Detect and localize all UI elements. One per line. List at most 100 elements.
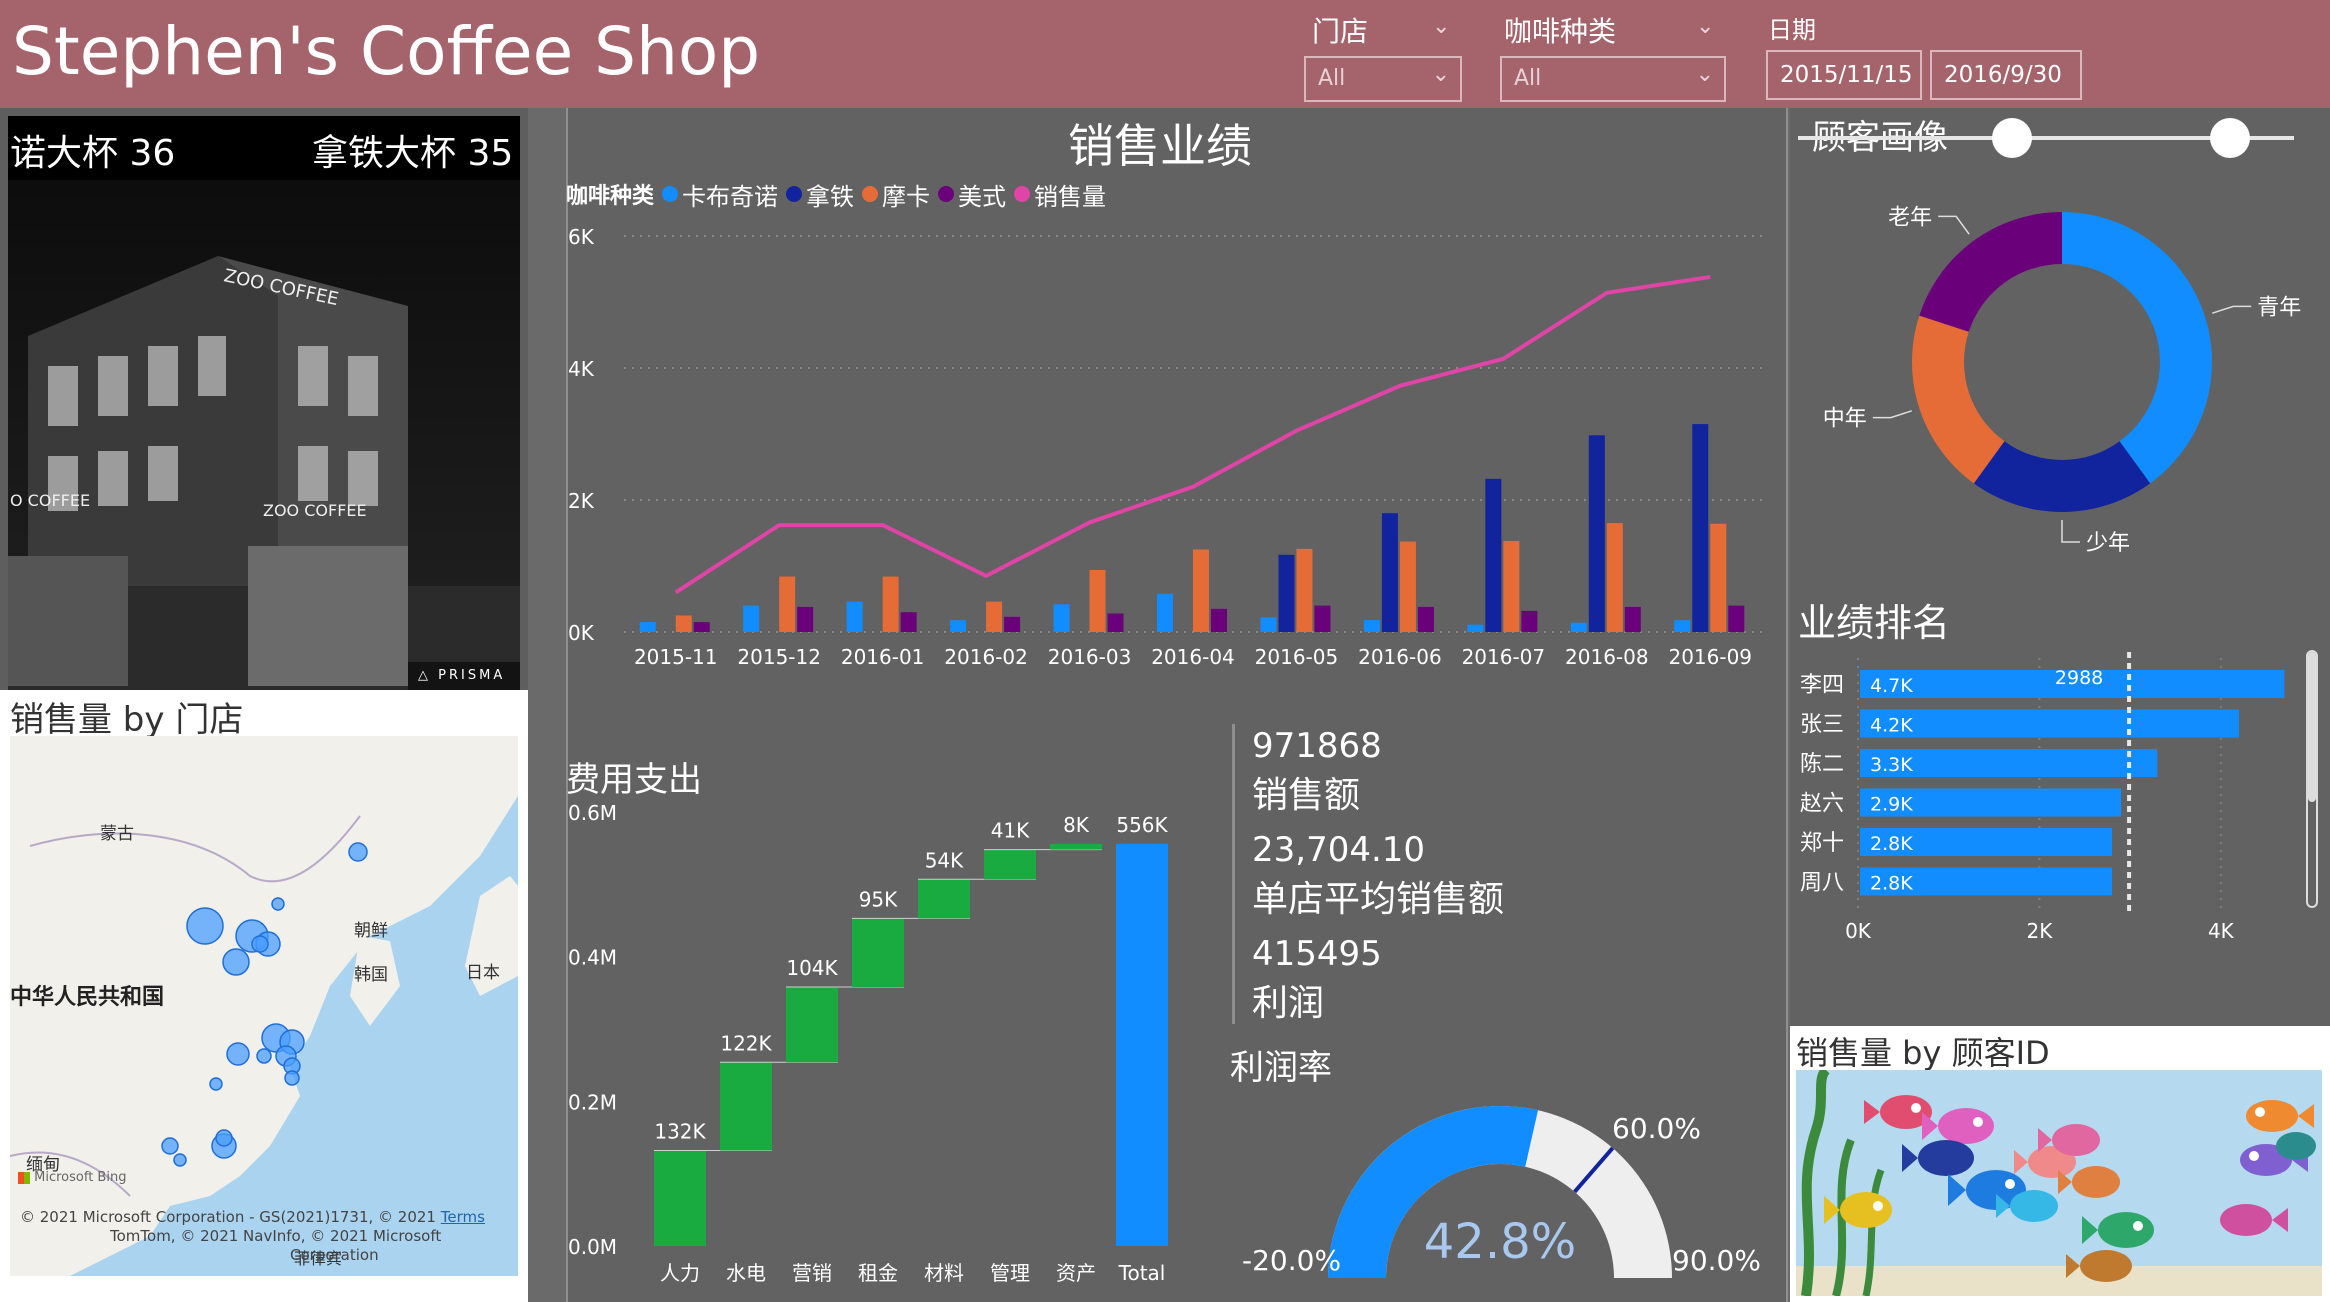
x-tick-label: 0K [1845, 919, 1872, 943]
bar-美式[interactable] [1314, 605, 1331, 632]
bar-卡布奇诺[interactable] [1467, 624, 1484, 632]
x-tick-label: 2016-03 [1048, 645, 1132, 669]
legend-item[interactable]: 销售量 [1014, 177, 1106, 212]
legend-label: 拿铁 [806, 182, 855, 211]
bar-美式[interactable] [1211, 608, 1227, 632]
x-tick-label: 2016-05 [1255, 645, 1339, 669]
bar-拿铁[interactable] [1588, 435, 1605, 632]
waterfall-bar[interactable] [654, 1150, 706, 1246]
x-tick-label: 租金 [858, 1261, 898, 1285]
waterfall-bar[interactable] [786, 987, 838, 1063]
ranking-name: 李四 [1800, 673, 1844, 698]
customer-portrait-donut[interactable]: 青年少年 中年 老年 [1790, 180, 2330, 580]
bar-美式[interactable] [693, 622, 710, 632]
bar-卡布奇诺[interactable] [639, 622, 656, 632]
bar-摩卡[interactable] [1606, 523, 1623, 632]
bar-美式[interactable] [1521, 610, 1538, 632]
waterfall-value-label: 95K [859, 887, 898, 911]
x-tick-label: 水电 [726, 1261, 766, 1285]
bar-摩卡[interactable] [1503, 540, 1520, 632]
coffee-filter-dropdown[interactable]: All ⌄ [1500, 56, 1726, 102]
bar-拿铁[interactable] [1278, 554, 1295, 632]
kpi-avg-sales-label: 单店平均销售额 [1252, 879, 1505, 920]
bar-摩卡[interactable] [675, 615, 692, 633]
bar-卡布奇诺[interactable] [1260, 617, 1277, 632]
x-tick-label: 2016-09 [1668, 645, 1752, 669]
bar-美式[interactable] [797, 606, 814, 632]
customer-id-title: 销售量 by 顾客ID [1796, 1034, 2050, 1072]
date-end-input[interactable]: 2016/9/30 [1930, 50, 2082, 100]
bar-美式[interactable] [1417, 606, 1434, 632]
x-tick-label: 2016-01 [841, 645, 925, 669]
profit-margin-gauge[interactable]: 42.8% -20.0% 90.0% 60.0% [1230, 1088, 1786, 1300]
terms-link[interactable]: Terms [441, 1208, 485, 1226]
legend-item[interactable]: 美式 [938, 177, 1006, 212]
bar-卡布奇诺[interactable] [846, 601, 863, 632]
ranking-name: 张三 [1800, 713, 1844, 738]
bar-美式[interactable] [1624, 606, 1641, 632]
bar-美式[interactable] [1004, 616, 1021, 632]
waterfall-bar[interactable] [852, 918, 904, 988]
x-tick-label: 4K [2208, 919, 2235, 943]
ranking-scrollbar-thumb[interactable] [2308, 652, 2316, 802]
x-tick-label: 2016-02 [944, 645, 1028, 669]
legend-item[interactable]: 摩卡 [862, 177, 930, 212]
store-map[interactable]: 蒙古 中华人民共和国 朝鲜 韩国 日本 缅甸 菲律宾 Microsoft Bin… [10, 736, 518, 1276]
donut-slice[interactable] [1919, 212, 2062, 332]
store-filter-label: 门店 [1312, 15, 1369, 48]
bar-卡布奇诺[interactable] [1674, 620, 1691, 632]
expense-waterfall-chart[interactable]: 0.0M 0.2M 0.4M 0.6M 132K 人力 122K 水电 104K 营销 95K 租金 5… [566, 800, 1206, 1294]
bar-摩卡[interactable] [1399, 541, 1416, 632]
waterfall-bar[interactable] [984, 849, 1036, 880]
legend-item[interactable]: 拿铁 [786, 177, 854, 212]
bar-摩卡[interactable] [1193, 549, 1209, 633]
donut-slice[interactable] [2062, 212, 2212, 484]
bar-卡布奇诺[interactable] [950, 620, 967, 632]
ranking-scrollbar[interactable] [2306, 650, 2318, 908]
date-start-input[interactable]: 2015/11/15 [1766, 50, 1922, 100]
bar-摩卡[interactable] [1089, 569, 1106, 632]
ranking-bar[interactable] [1860, 709, 2240, 738]
age-slider-handle-min[interactable] [1992, 118, 2032, 158]
waterfall-bar[interactable] [720, 1062, 772, 1151]
bar-拿铁[interactable] [1381, 513, 1398, 632]
kpi-profit-label: 利润 [1252, 983, 1325, 1024]
bar-摩卡[interactable] [882, 576, 899, 632]
donut-slice[interactable] [1973, 441, 2151, 512]
x-tick-label: 人力 [660, 1261, 700, 1285]
bar-美式[interactable] [1107, 613, 1124, 632]
bar-美式[interactable] [900, 612, 917, 632]
bar-卡布奇诺[interactable] [1570, 622, 1587, 632]
age-slider-handle-max[interactable] [2210, 118, 2250, 158]
store-filter-value: All [1318, 66, 1346, 91]
x-tick-label: 2K [2027, 919, 2054, 943]
waterfall-value-label: 122K [720, 1031, 772, 1055]
performance-ranking-chart[interactable]: 0K 2K 4K 李四 4.7K 张三 4.2K 陈二 3.3K 赵六 2.9K 郑十 2.8K 周八 2.… [1790, 650, 2330, 950]
chevron-down-icon[interactable]: ⌄ [1696, 14, 1714, 39]
bar-卡布奇诺[interactable] [743, 605, 760, 632]
store-filter-dropdown[interactable]: All ⌄ [1304, 56, 1462, 102]
bar-卡布奇诺[interactable] [1363, 620, 1380, 632]
bar-拿铁[interactable] [1692, 424, 1709, 632]
chevron-down-icon[interactable]: ⌄ [1432, 14, 1450, 39]
waterfall-bar[interactable] [918, 879, 970, 919]
bar-摩卡[interactable] [986, 601, 1003, 632]
donut-slice[interactable] [1912, 315, 2005, 484]
bar-卡布奇诺[interactable] [1157, 593, 1173, 632]
bar-拿铁[interactable] [1485, 478, 1502, 632]
map-title: 销售量 by 门店 [10, 700, 244, 740]
waterfall-value-label: 41K [991, 819, 1030, 843]
bar-摩卡[interactable] [779, 576, 796, 632]
legend-dot-icon [1014, 186, 1031, 202]
sales-performance-chart[interactable]: 0K 2K 4K 6K 2015-11 2015-12 2016-01 2016-02 2016… [566, 220, 1788, 680]
legend-item[interactable]: 卡布奇诺 [662, 177, 778, 212]
waterfall-bar[interactable] [1116, 843, 1168, 1246]
waterfall-bar[interactable] [1050, 843, 1102, 850]
bar-摩卡[interactable] [1296, 548, 1313, 632]
bar-摩卡[interactable] [1710, 523, 1727, 632]
donut-label: 少年 [2086, 531, 2130, 556]
y-tick-label: 0.6M [568, 801, 617, 825]
bar-卡布奇诺[interactable] [1053, 604, 1070, 632]
bar-美式[interactable] [1728, 605, 1745, 632]
line-series-sales-volume[interactable] [674, 274, 1711, 595]
